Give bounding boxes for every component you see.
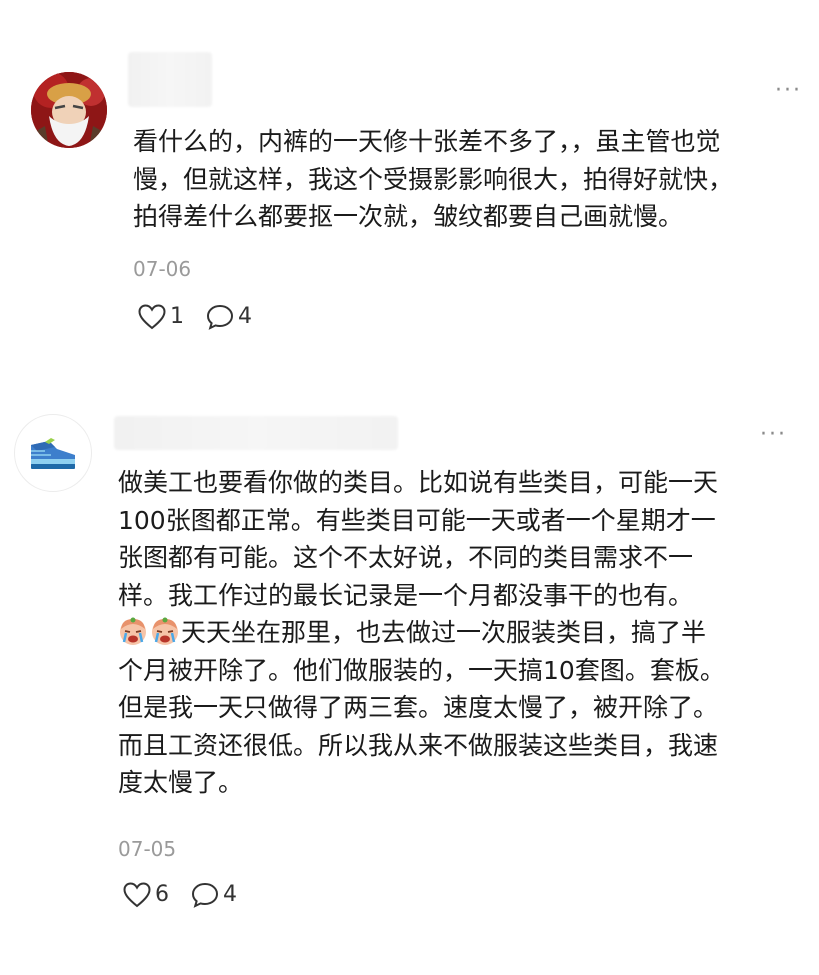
avatar-image <box>31 72 107 148</box>
comment-text-line: 度太慢了。 <box>118 768 244 797</box>
speech-bubble-icon <box>191 882 219 908</box>
comment-text: 做美工也要看你做的类目。比如说有些类目，可能一天 100张图都正常。有些类目可能… <box>118 464 808 802</box>
reply-button[interactable]: 4 <box>191 882 237 908</box>
comment-text-line: 100张图都正常。有些类目可能一天或者一个星期才一 <box>118 505 716 535</box>
comment-date: 07-06 <box>133 257 192 281</box>
comment-text-line: 天天坐在那里，也去做过一次服装类目，搞了半 <box>181 618 707 647</box>
comment-text-line: 但是我一天只做得了两三套。速度太慢了，被开除了。 <box>118 693 719 722</box>
comment-actions: 1 4 <box>138 304 252 330</box>
comment-actions: 6 4 <box>123 882 237 908</box>
comment-text-line: 而且工资还很低。所以我从来不做服装这些类目，我速 <box>118 730 719 760</box>
heart-outline-icon <box>138 304 166 330</box>
username-blurred[interactable] <box>128 52 212 107</box>
reply-count: 4 <box>223 882 237 907</box>
comment-text-line: 做美工也要看你做的类目。比如说有些类目，可能一天 <box>118 468 719 497</box>
crying-face-emoji <box>152 617 178 645</box>
avatar[interactable] <box>14 414 92 492</box>
heart-outline-icon <box>123 882 151 908</box>
comment-text-line: 慢，但就这样，我这个受摄影影响很大，拍得好就快， <box>133 164 734 194</box>
comment-item: ··· 做美工也要看你做的类目。比如说有些类目，可能一天 100张图都正常。有些… <box>0 380 819 975</box>
like-button[interactable]: 1 <box>138 304 184 330</box>
speech-bubble-icon <box>206 304 234 330</box>
comment-text-line: 样。我工作过的最长记录是一个月都没事干的也有。 <box>118 580 694 610</box>
avatar[interactable] <box>31 72 107 148</box>
reply-button[interactable]: 4 <box>206 304 252 330</box>
comment-text-line: 张图都有可能。这个不太好说，不同的类目需求不一 <box>118 543 694 572</box>
more-options-button[interactable]: ··· <box>760 424 787 446</box>
comment-text-line: 个月被开除了。他们做服装的，一天搞10套图。套板。 <box>118 655 725 685</box>
more-options-button[interactable]: ··· <box>775 80 802 102</box>
sneaker-icon <box>31 438 75 469</box>
comment-item: ··· 看什么的，内裤的一天修十张差不多了，，虽主管也觉 慢，但就这样，我这个受… <box>0 0 819 380</box>
like-count: 1 <box>170 304 184 329</box>
comment-text-line: 拍得差什么都要抠一次就，皱纹都要自己画就慢。 <box>133 202 684 231</box>
comment-text-line: 看什么的，内裤的一天修十张差不多了，，虽主管也觉 <box>133 127 721 156</box>
like-count: 6 <box>155 882 169 907</box>
username-blurred[interactable] <box>114 416 398 450</box>
comment-date: 07-05 <box>118 837 177 861</box>
reply-count: 4 <box>238 304 252 329</box>
crying-face-emoji <box>120 617 146 645</box>
like-button[interactable]: 6 <box>123 882 169 908</box>
comment-text: 看什么的，内裤的一天修十张差不多了，，虽主管也觉 慢，但就这样，我这个受摄影影响… <box>133 123 813 236</box>
emoji-group <box>118 616 180 646</box>
